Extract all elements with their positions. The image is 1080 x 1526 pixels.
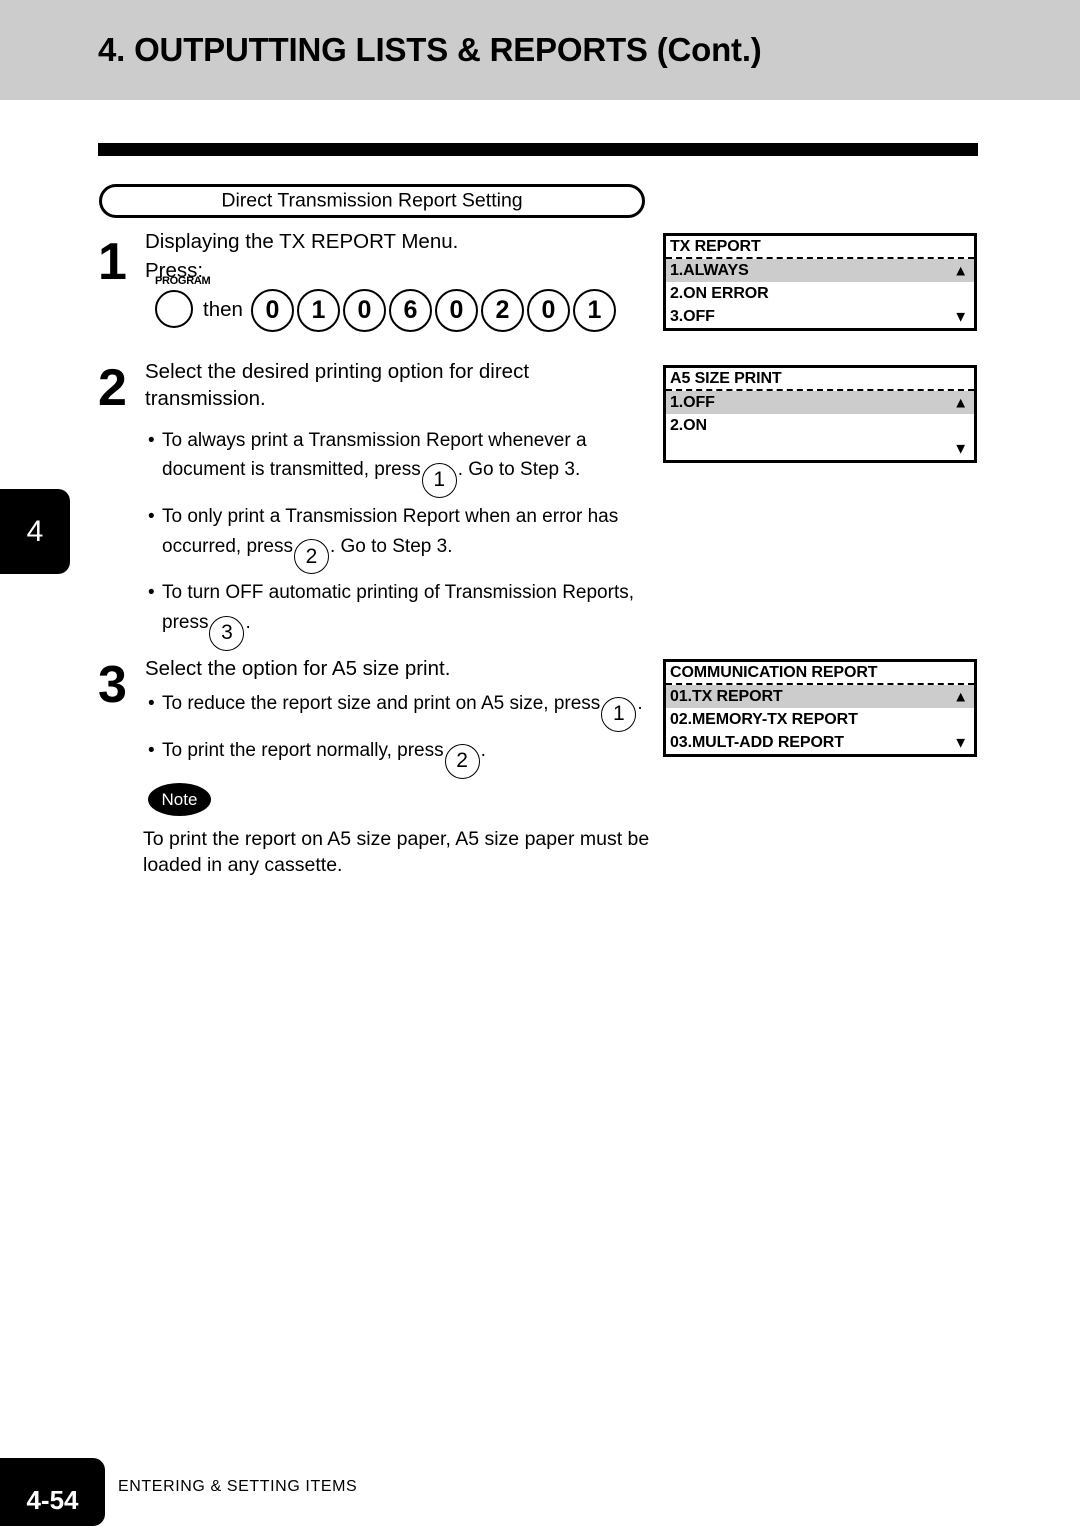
lcd-menu-item[interactable]: 2.ON <box>666 414 974 437</box>
lcd-menu-item[interactable]: 03.MULT-ADD REPORT ▼ <box>666 731 974 754</box>
scroll-up-arrow-icon[interactable]: ▲ <box>953 395 968 410</box>
page-title: 4. OUTPUTTING LISTS & REPORTS (Cont.) <box>98 31 762 68</box>
section-divider-rule <box>98 143 978 156</box>
inline-key-button[interactable]: 1 <box>421 463 457 499</box>
note-text: To print the report on A5 size paper, A5… <box>143 826 653 879</box>
step-3-number: 3 <box>98 656 127 714</box>
bullet-text-a: To reduce the report size and print on A… <box>162 693 601 714</box>
lcd-panel-tx-report: TX REPORT 1.ALWAYS ▲ 2.ON ERROR 3.OFF ▼ <box>663 233 977 331</box>
inline-key-button[interactable]: 2 <box>444 743 480 779</box>
step-2-title-line1: Select the desired printing option for d… <box>145 360 530 383</box>
lcd-menu-item-label: 03.MULT-ADD REPORT <box>670 733 844 751</box>
lcd-panel-communication-report: COMMUNICATION REPORT 01.TX REPORT ▲ 02.M… <box>663 659 977 757</box>
keypad-key-1[interactable]: 1 <box>296 288 340 332</box>
inline-key-button[interactable]: 1 <box>601 696 637 732</box>
inline-key-button[interactable]: 3 <box>209 615 245 651</box>
scroll-down-arrow-icon[interactable]: ▼ <box>953 441 968 456</box>
bullet-text-b: . <box>245 611 251 633</box>
scroll-up-arrow-icon[interactable]: ▲ <box>953 689 968 704</box>
footer-section-label: ENTERING & SETTING ITEMS <box>118 1478 358 1495</box>
lcd-menu-item[interactable]: 1.ALWAYS ▲ <box>666 259 974 282</box>
bullet-text-b: . Go to Step 3. <box>457 459 581 481</box>
lcd-menu-item-label: 2.ON ERROR <box>670 284 769 302</box>
lcd-menu-item[interactable]: 01.TX REPORT ▲ <box>666 685 974 708</box>
lcd-menu-item[interactable]: 2.ON ERROR <box>666 282 974 305</box>
section-header-pill: Direct Transmission Report Setting <box>99 184 645 218</box>
list-item: • To print the report normally, press 2. <box>146 736 666 779</box>
chapter-tab-number: 4 <box>26 514 44 548</box>
bullet-dot-icon: • <box>148 506 155 528</box>
note-badge-label: Note <box>161 789 198 809</box>
step-2-bullet-list: • To always print a Transmission Report … <box>146 426 666 655</box>
section-header-label: Direct Transmission Report Setting <box>221 189 523 212</box>
lcd-menu-item-label: 01.TX REPORT <box>670 687 783 705</box>
step-3-title-line1: Select the option for A5 size print. <box>145 657 451 680</box>
chapter-tab: 4 <box>0 489 70 574</box>
keypad-key-2[interactable]: 0 <box>342 288 386 332</box>
step-1-title-line1: Displaying the TX REPORT Menu. <box>145 230 459 253</box>
lcd-title-row: TX REPORT <box>666 236 974 259</box>
bullet-dot-icon: • <box>148 582 155 604</box>
program-button[interactable]: PROGRAM <box>153 275 211 332</box>
keypad-sequence: 0 1 0 6 0 2 0 1 <box>250 288 619 332</box>
step-1-number: 1 <box>98 233 127 291</box>
lcd-panel-a5-size-print: A5 SIZE PRINT 1.OFF ▲ 2.ON ▼ <box>663 365 977 463</box>
program-button-caption: PROGRAM <box>155 275 211 287</box>
lcd-menu-item-label: 2.ON <box>670 416 707 434</box>
list-item: • To only print a Transmission Report wh… <box>146 502 666 575</box>
scroll-up-arrow-icon[interactable]: ▲ <box>953 263 968 278</box>
bullet-text-b: . Go to Step 3. <box>329 535 453 557</box>
step-3-bullet-list: • To reduce the report size and print on… <box>146 689 666 783</box>
keypad-key-4[interactable]: 0 <box>434 288 478 332</box>
lcd-menu-item-empty: ▼ <box>666 437 974 460</box>
bullet-text-a: To print the report normally, press <box>162 739 444 761</box>
list-item: • To always print a Transmission Report … <box>146 426 666 499</box>
footer-page-number: 4-54 <box>26 1485 79 1515</box>
bullet-text-b: . <box>637 693 643 714</box>
inline-key-button[interactable]: 2 <box>293 539 329 575</box>
keypad-key-6[interactable]: 0 <box>526 288 570 332</box>
bullet-dot-icon: • <box>148 430 155 451</box>
lcd-menu-item[interactable]: 1.OFF ▲ <box>666 391 974 414</box>
note-text-line2: loaded in any cassette. <box>143 854 343 877</box>
lcd-menu-item-label: 02.MEMORY-TX REPORT <box>670 710 858 728</box>
step-1-body: Displaying the TX REPORT Menu. Press: <box>145 228 665 285</box>
step-2-body: Select the desired printing option for d… <box>145 358 657 413</box>
lcd-title-label: COMMUNICATION REPORT <box>670 663 878 681</box>
step-1-title-line2: Press: <box>145 259 204 283</box>
lcd-menu-item-label: 1.OFF <box>670 393 715 411</box>
keypad-key-5[interactable]: 2 <box>480 288 524 332</box>
lcd-title-label: A5 SIZE PRINT <box>670 369 782 387</box>
note-badge: Note <box>148 783 211 816</box>
page-header-band: 4. OUTPUTTING LISTS & REPORTS (Cont.) <box>0 0 1080 100</box>
step-1-key-sequence: PROGRAM then 0 1 0 6 0 2 0 1 <box>153 275 619 332</box>
scroll-down-arrow-icon[interactable]: ▼ <box>953 735 968 750</box>
lcd-title-row: COMMUNICATION REPORT <box>666 662 974 685</box>
lcd-menu-item-label: 1.ALWAYS <box>670 261 749 279</box>
keypad-key-7[interactable]: 1 <box>572 288 616 332</box>
bullet-dot-icon: • <box>148 739 155 761</box>
program-button-circle-icon <box>155 290 193 328</box>
keypad-key-0[interactable]: 0 <box>250 288 294 332</box>
bullet-text-b: . <box>480 739 486 761</box>
note-text-line1: To print the report on A5 size paper, A5… <box>143 828 650 850</box>
bullet-dot-icon: • <box>148 693 155 714</box>
list-item: • To reduce the report size and print on… <box>146 689 666 732</box>
footer-page-tab: 4-54 <box>0 1458 105 1526</box>
step-3-body: Select the option for A5 size print. <box>145 655 665 682</box>
lcd-menu-item-label: 3.OFF <box>670 307 715 325</box>
lcd-menu-item[interactable]: 3.OFF ▼ <box>666 305 974 328</box>
lcd-title-row: A5 SIZE PRINT <box>666 368 974 391</box>
keypad-key-3[interactable]: 6 <box>388 288 432 332</box>
list-item: • To turn OFF automatic printing of Tran… <box>146 578 666 651</box>
then-label: then <box>203 298 243 321</box>
scroll-down-arrow-icon[interactable]: ▼ <box>953 309 968 324</box>
step-2-title-line2: transmission. <box>145 387 266 411</box>
lcd-title-label: TX REPORT <box>670 237 761 255</box>
step-2-number: 2 <box>98 359 127 417</box>
lcd-menu-item[interactable]: 02.MEMORY-TX REPORT <box>666 708 974 731</box>
